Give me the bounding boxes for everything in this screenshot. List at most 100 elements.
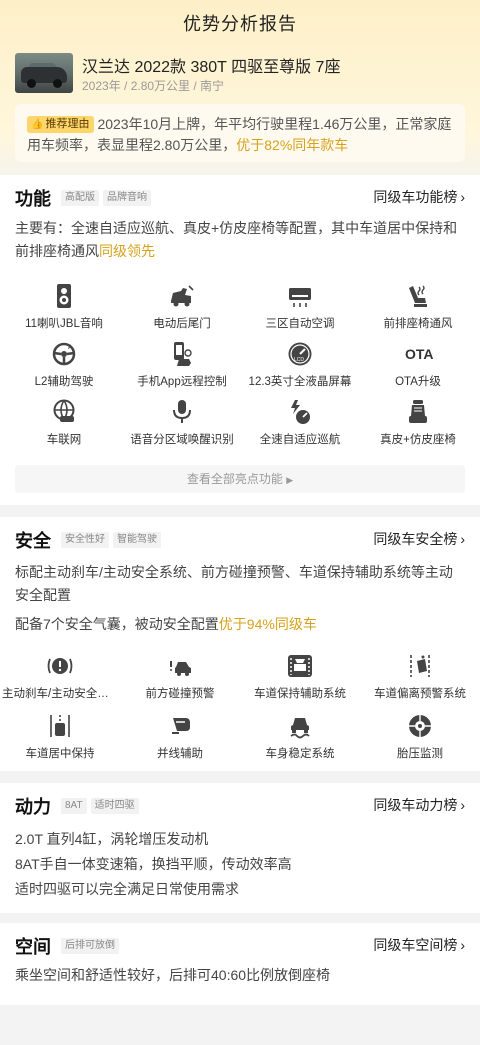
phone-remote-icon [174,342,192,366]
power-rank-link[interactable]: 同级车动力榜 › [373,795,465,815]
feature-label: L2辅助驾驶 [34,376,94,388]
safety-desc-2-highlight: 优于94%同级车 [218,616,317,632]
power-tag-2: 适时四驱 [90,798,139,814]
safety-title: 安全 [15,531,51,551]
brake-warning-icon [47,658,73,674]
function-rank-label: 同级车功能榜 [373,189,458,205]
feature-item[interactable]: 主动刹车/主动安全系统 [0,653,120,709]
feature-label: 前排座椅通风 [383,318,453,330]
feature-item[interactable]: 车联网 [4,399,124,455]
feature-label: 并线辅助 [157,748,203,760]
see-all-label: 查看全部亮点功能 [186,472,283,486]
feature-label: 全速自适应巡航 [259,434,341,446]
feature-item[interactable]: A L2辅助驾驶 [4,341,124,397]
chevron-right-icon: › [460,937,465,953]
power-line: 适时四驱可以完全满足日常使用需求 [15,881,239,897]
collision-warning-icon [170,661,191,676]
safety-desc-2: 配备7个安全气囊，被动安全配置优于94%同级车 [0,613,480,636]
function-tag-2: 品牌音响 [103,190,151,206]
connected-car-icon [53,399,75,422]
space-rank-link[interactable]: 同级车空间榜 › [373,935,465,955]
feature-item[interactable]: 电动后尾门 [122,283,242,339]
function-tag-1: 高配版 [61,190,99,206]
feature-item[interactable]: 车道居中保持 [0,713,120,769]
feature-item[interactable]: 前方碰撞预警 [120,653,240,709]
recommend-highlight: 优于82%同年款车 [236,137,349,153]
feature-label: OTA升级 [395,376,441,388]
seat-ventilation-icon [409,285,427,307]
feature-label: 11喇叭JBL音响 [25,318,103,330]
tire-pressure-icon [409,715,431,737]
feature-label: 胎压监测 [397,748,443,760]
feature-item[interactable]: 11喇叭JBL音响 [4,283,124,339]
feature-label: 12.3英寸全液晶屏幕 [248,376,352,388]
feature-item[interactable]: 并线辅助 [120,713,240,769]
svg-text:LCD: LCD [294,357,304,363]
feature-item[interactable]: 车道偏离预警系统 [360,653,480,709]
feature-item[interactable]: 车道保持辅助系统 [240,653,360,709]
function-desc: 主要有：全速自适应巡航、真皮+仿皮座椅等配置，其中车道居中保持和前排座椅通风同级… [0,217,480,263]
car-meta: 2023年 / 2.80万公里 / 南宁 [82,79,225,93]
chevron-right-icon: › [460,189,465,205]
safety-tag-2: 智能驾驶 [113,532,161,548]
power-section: 动力 8AT 适时四驱 同级车动力榜 › 2.0T 直列4缸，涡轮增压发动机 8AT… [0,783,480,913]
power-tailgate-icon [171,285,194,307]
feature-label: 三区自动空调 [265,318,335,330]
feature-label: 车道居中保持 [25,748,95,760]
feature-item[interactable]: 手机App远程控制 [122,341,242,397]
feature-label: 车联网 [46,434,82,446]
chevron-right-icon: › [460,797,465,813]
feature-label: 主动刹车/主动安全系统 [2,688,120,700]
power-line: 8AT手自一体变速箱，换挡平顺，传动效率高 [15,856,292,872]
car-thumbnail [15,53,73,93]
space-line: 乘坐空间和舒适性较好，后排可40:60比例放倒座椅 [15,967,331,983]
function-section: 功能 高配版 品牌音响 同级车功能榜 › 主要有：全速自适应巡航、真皮+仿皮座椅等配… [0,175,480,505]
function-title: 功能 [15,189,51,209]
function-rank-link[interactable]: 同级车功能榜 › [373,187,465,207]
microphone-icon [173,400,191,423]
thumbs-up-icon: 👍 [31,119,44,130]
feature-label: 前方碰撞预警 [145,688,215,700]
power-rank-label: 同级车动力榜 [373,797,458,813]
page-title: 优势分析报告 [183,14,297,34]
function-desc-highlight: 同级领先 [99,243,155,259]
lcd-gauge-icon: LCD [288,342,312,366]
feature-item[interactable]: 全速自适应巡航 [240,399,360,455]
speaker-icon [57,284,71,308]
recommend-reason: 👍 推荐理由 2023年10月上牌，年平均行驶里程1.46万公里，正常家庭用车频率，… [15,104,465,162]
safety-rank-label: 同级车安全榜 [373,531,458,547]
safety-rank-link[interactable]: 同级车安全榜 › [373,529,465,549]
recommend-tag-label: 推荐理由 [45,118,90,130]
power-line: 2.0T 直列4缸，涡轮增压发动机 [15,831,209,847]
feature-label: 语音分区域唤醒识别 [130,434,234,446]
feature-label: 车道保持辅助系统 [254,688,346,700]
air-conditioner-icon [289,288,311,307]
feature-item[interactable]: 胎压监测 [360,713,480,769]
feature-item[interactable]: LCD 12.3英寸全液晶屏幕 [240,341,360,397]
power-desc: 2.0T 直列4缸，涡轮增压发动机 8AT手自一体变速箱，换挡平顺，传动效率高 … [0,827,480,902]
power-tag-1: 8AT [61,798,87,814]
feature-item[interactable]: 三区自动空调 [240,283,360,339]
car-name: 汉兰达 2022款 380T 四驱至尊版 7座 [82,59,341,76]
feature-item[interactable]: 前排座椅通风 [358,283,478,339]
adaptive-cruise-icon [291,400,310,424]
see-all-features-button[interactable]: 查看全部亮点功能 ▶ [15,465,465,493]
blind-spot-icon [172,718,190,734]
safety-desc-1: 标配主动刹车/主动安全系统、前方碰撞预警、车道保持辅助系统等主动安全配置 [15,564,453,603]
feature-label: 电动后尾门 [153,318,211,330]
feature-item[interactable]: 车身稳定系统 [240,713,360,769]
safety-tag-1: 安全性好 [61,532,109,548]
triangle-right-icon: ▶ [286,475,294,485]
ota-icon: OTA [405,346,434,362]
space-tag-1: 后排可放倒 [61,938,119,954]
car-summary[interactable]: 汉兰达 2022款 380T 四驱至尊版 7座 2023年 / 2.80万公里 … [15,53,465,93]
power-title: 动力 [15,797,51,817]
feature-label: 车道偏离预警系统 [374,688,466,700]
chevron-right-icon: › [460,531,465,547]
feature-item[interactable]: OTA OTA升级 [358,341,478,397]
feature-item[interactable]: 真皮+仿皮座椅 [358,399,478,455]
leather-seat-icon [409,400,427,423]
feature-item[interactable]: 语音分区域唤醒识别 [122,399,242,455]
steering-wheel-icon: A [52,342,76,366]
space-section: 空间 后排可放倒 同级车空间榜 › 乘坐空间和舒适性较好，后排可40:60比例放倒… [0,923,480,1005]
